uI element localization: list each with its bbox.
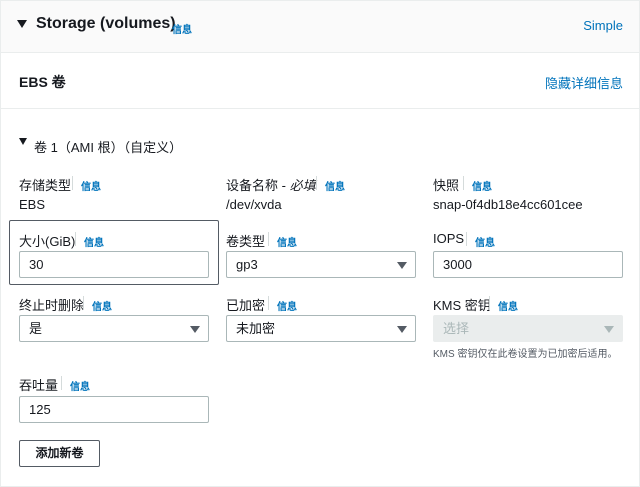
storage-type-label: 存储类型 [19,178,72,193]
snapshot-info-link[interactable]: 信息 [472,178,492,193]
encrypted-label: 已加密 [226,298,266,313]
kms-key-select[interactable]: 选择 [433,315,623,342]
ebs-volumes-title: EBS 卷 [19,74,66,90]
throughput-input[interactable]: 125 [19,396,209,423]
size-label: 大小(GiB) [19,234,76,249]
delete-on-termination-label: 终止时删除 [19,298,85,313]
separator [316,176,317,190]
throughput-label: 吞吐量 [19,378,59,393]
divider [1,108,639,109]
dropdown-arrow-icon [604,326,614,333]
separator [463,176,464,190]
kms-key-info-link[interactable]: 信息 [498,298,518,313]
volume-1-title[interactable]: 卷 1（AMI 根）（自定义） [34,137,182,156]
add-new-volume-button[interactable]: 添加新卷 [19,440,100,467]
section-title: Storage (volumes) [36,15,176,32]
separator [75,232,76,246]
separator [489,296,490,310]
separator [268,296,269,310]
device-name-value: /dev/xvda [226,197,282,212]
volume-type-label: 卷类型 [226,234,266,249]
separator [268,232,269,246]
device-name-label: 设备名称 - 必填 [226,178,316,193]
snapshot-value: snap-0f4db18e4cc601cee [433,197,583,212]
throughput-info-link[interactable]: 信息 [70,378,90,393]
storage-volumes-panel: Storage (volumes) 信息 Simple EBS 卷 隐藏详细信息… [0,0,640,487]
separator [72,176,73,190]
caret-down-icon[interactable] [17,20,27,28]
kms-key-placeholder: 选择 [443,321,470,336]
device-name-info-link[interactable]: 信息 [325,178,345,193]
size-info-link[interactable]: 信息 [84,234,104,249]
storage-type-value: EBS [19,197,46,212]
delete-on-termination-selected-value: 是 [29,321,43,336]
iops-label: IOPS [433,231,465,246]
header-info-link[interactable]: 信息 [172,21,192,36]
dropdown-arrow-icon [397,262,407,269]
separator [83,296,84,310]
encrypted-select[interactable]: 未加密 [226,315,416,342]
kms-key-hint: KMS 密钥仅在此卷设置为已加密后适用。 [433,349,618,360]
delete-on-termination-info-link[interactable]: 信息 [92,298,112,313]
dropdown-arrow-icon [397,326,407,333]
volume-type-select[interactable]: gp3 [226,251,416,278]
iops-input[interactable]: 3000 [433,251,623,278]
dropdown-arrow-icon [190,326,200,333]
kms-key-label: KMS 密钥 [433,298,491,313]
volume-type-info-link[interactable]: 信息 [277,234,297,249]
snapshot-label: 快照 [433,178,460,193]
required-text: 必填 [289,178,316,193]
simple-mode-link[interactable]: Simple [583,18,623,33]
volume-type-selected-value: gp3 [236,257,258,272]
storage-header[interactable]: Storage (volumes) 信息 Simple [1,1,639,53]
separator [61,376,62,390]
separator [466,232,467,246]
encrypted-selected-value: 未加密 [236,321,276,336]
delete-on-termination-select[interactable]: 是 [19,315,209,342]
encrypted-info-link[interactable]: 信息 [277,298,297,313]
size-input[interactable]: 30 [19,251,209,278]
hide-details-link[interactable]: 隐藏详细信息 [545,73,623,92]
volume-caret-down-icon[interactable] [19,138,27,145]
iops-info-link[interactable]: 信息 [475,234,495,249]
storage-type-info-link[interactable]: 信息 [81,178,101,193]
